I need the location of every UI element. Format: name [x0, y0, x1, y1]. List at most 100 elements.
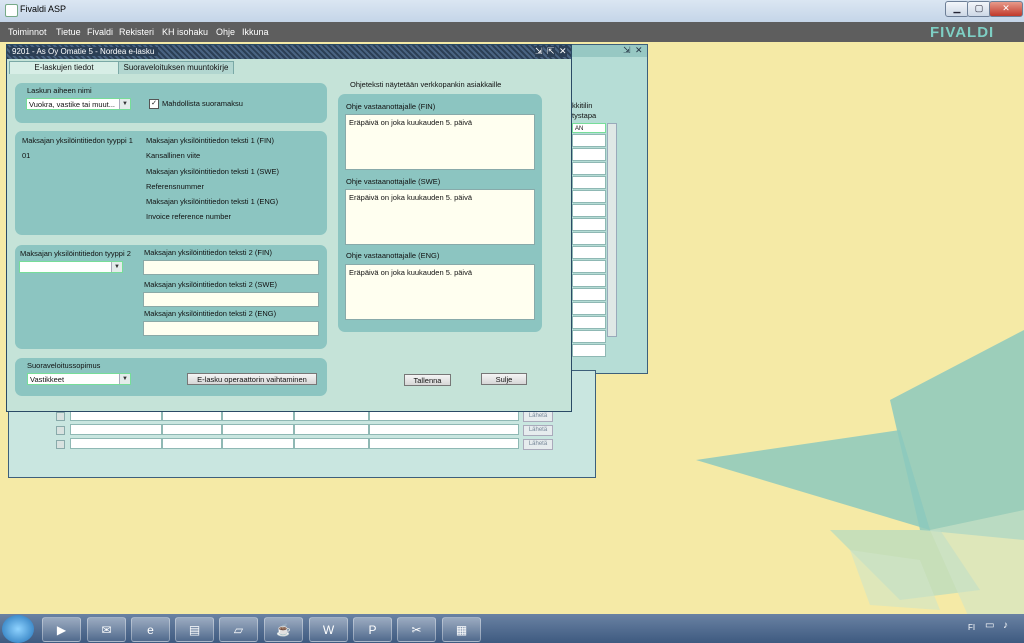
chevron-down-icon[interactable]: ▼ — [119, 374, 130, 384]
menu-fivaldi[interactable]: Fivaldi — [87, 27, 113, 37]
send-row-button[interactable]: Lähetä — [523, 439, 553, 450]
grid-cell[interactable] — [294, 424, 369, 435]
instruction-swe-textarea[interactable]: Eräpäivä on joka kuukauden 5. päivä — [345, 189, 535, 245]
grid-cell[interactable] — [572, 218, 606, 231]
network-icon[interactable]: ▦ — [442, 617, 481, 642]
minimize-button[interactable]: ▁ — [945, 1, 969, 17]
grid-cell[interactable] — [572, 302, 606, 315]
payer-id-text-2-swe-input[interactable] — [143, 292, 319, 307]
internet-explorer-icon[interactable]: e — [131, 617, 170, 642]
grid-cell[interactable] — [572, 316, 606, 329]
maximize-button[interactable]: ▢ — [967, 1, 991, 17]
direct-debit-label: Suoraveloitussopimus — [27, 361, 101, 370]
menu-toiminnot[interactable]: Toiminnot — [8, 27, 47, 37]
payment-method-select[interactable]: AN — [572, 123, 606, 133]
tools-icon[interactable]: ✂ — [397, 617, 436, 642]
grid-cell[interactable] — [572, 274, 606, 287]
powerpoint-icon[interactable]: P — [353, 617, 392, 642]
row-checkbox[interactable] — [56, 426, 65, 435]
grid-cell[interactable] — [369, 424, 519, 435]
network-tray-icon[interactable]: ▭ — [985, 620, 994, 631]
send-row-button[interactable]: Lähetä — [523, 411, 553, 422]
payment-method-column: AN — [572, 123, 606, 357]
maximize-icon[interactable]: ⇱ — [547, 46, 555, 57]
send-row-button[interactable]: Lähetä — [523, 425, 553, 436]
volume-tray-icon[interactable]: ♪ — [1003, 620, 1008, 631]
close-icon[interactable]: ✕ — [559, 46, 567, 57]
invoice-subject-value: Vuokra, vastike tai muut... — [29, 100, 116, 109]
minimize-icon[interactable]: ⇲ — [535, 46, 543, 57]
grid-cell[interactable] — [222, 424, 294, 435]
grid-cell[interactable] — [572, 176, 606, 189]
grid-cell[interactable] — [70, 438, 162, 449]
tab-direct-debit-letter[interactable]: Suoraveloituksen muuntokirje — [118, 61, 234, 74]
direct-debit-select[interactable]: Vastikkeet ▼ — [27, 373, 131, 385]
table-row: Lähetä — [52, 424, 592, 436]
close-window-button[interactable]: ✕ — [989, 1, 1023, 17]
fivaldi-logo: FIVALDI — [930, 24, 995, 41]
change-operator-button[interactable]: E-lasku operaattorin vaihtaminen — [187, 373, 317, 385]
tab-bar: E-laskujen tiedot Suoraveloituksen muunt… — [7, 61, 571, 74]
butterfly-decoration — [696, 330, 1024, 620]
grid-cell[interactable] — [572, 260, 606, 273]
file-explorer-icon[interactable]: ▤ — [175, 617, 214, 642]
invoice-subject-select[interactable]: Vuokra, vastike tai muut... ▼ — [26, 98, 131, 110]
tab-e-invoice-details[interactable]: E-laskujen tiedot — [9, 61, 119, 74]
outlook-icon[interactable]: ✉ — [87, 617, 126, 642]
row-checkbox[interactable] — [56, 440, 65, 449]
payer-id-text-2-eng-input[interactable] — [143, 321, 319, 336]
dialog-title: 9201 - As Oy Omatie 5 - Nordea e-lasku — [10, 47, 159, 56]
grid-cell[interactable] — [572, 190, 606, 203]
grid-cell[interactable] — [572, 134, 606, 147]
restore-icon[interactable]: ⇲ — [623, 45, 631, 56]
payer-id-text-2-fin-input[interactable] — [143, 260, 319, 275]
folder-icon[interactable]: ▱ — [219, 617, 258, 642]
menu-kh-isohaku[interactable]: KH isohaku — [162, 27, 208, 37]
instructions-heading: Ohjeteksti näytetään verkkopankin asiakk… — [350, 80, 502, 89]
grid-cell[interactable] — [572, 232, 606, 245]
menu-ikkuna[interactable]: Ikkuna — [242, 27, 269, 37]
java-icon[interactable]: ☕ — [264, 617, 303, 642]
grid-cell[interactable] — [369, 438, 519, 449]
payer-id-text-1-fin-value: Kansallinen viite — [146, 151, 201, 160]
grid-cell[interactable] — [162, 424, 222, 435]
chevron-down-icon[interactable]: ▼ — [111, 262, 122, 272]
scrollbar[interactable] — [607, 123, 617, 337]
window-titlebar: Fivaldi ASP ▁ ▢ ✕ — [0, 0, 1024, 23]
grid-rows: Lähetä Lähetä Lähetä — [52, 410, 592, 456]
language-indicator[interactable]: FI — [968, 623, 975, 632]
grid-cell[interactable] — [572, 288, 606, 301]
grid-cell[interactable] — [572, 344, 606, 357]
direct-debit-panel: Suoraveloitussopimus Vastikkeet ▼ E-lask… — [15, 358, 327, 396]
payer-id-type-2-select[interactable]: ▼ — [19, 261, 123, 273]
word-icon[interactable]: W — [309, 617, 348, 642]
payer-id-text-2-fin-label: Maksajan yksilöintitiedon teksti 2 (FIN) — [144, 248, 272, 257]
close-icon[interactable]: ✕ — [635, 45, 643, 56]
window-title: Fivaldi ASP — [20, 4, 67, 14]
menu-rekisteri[interactable]: Rekisteri — [119, 27, 154, 37]
grid-cell[interactable] — [572, 162, 606, 175]
grid-cell[interactable] — [572, 148, 606, 161]
close-button[interactable]: Sulje — [481, 373, 527, 385]
menu-ohje[interactable]: Ohje — [216, 27, 235, 37]
grid-cell[interactable] — [572, 246, 606, 259]
instruction-fin-textarea[interactable]: Eräpäivä on joka kuukauden 5. päivä — [345, 114, 535, 170]
start-button[interactable] — [2, 615, 34, 643]
direct-payment-checkbox[interactable]: ✓ — [149, 99, 159, 109]
payer-id-type-1-value: 01 — [22, 151, 31, 160]
row-checkbox[interactable] — [56, 412, 65, 421]
grid-cell[interactable] — [572, 204, 606, 217]
chevron-down-icon[interactable]: ▼ — [119, 99, 130, 109]
save-button[interactable]: Tallenna — [404, 374, 451, 386]
menu-tietue[interactable]: Tietue — [56, 27, 81, 37]
media-player-icon[interactable]: ▶ — [42, 617, 81, 642]
grid-cell[interactable] — [572, 330, 606, 343]
grid-cell[interactable] — [162, 438, 222, 449]
instructions-panel: Ohje vastaanottajalle (FIN) Eräpäivä on … — [338, 94, 542, 332]
grid-cell[interactable] — [70, 424, 162, 435]
menu-bar: Toiminnot Tietue Fivaldi Rekisteri KH is… — [0, 22, 1024, 42]
grid-cell[interactable] — [294, 438, 369, 449]
invoice-subject-panel: Laskun aiheen nimi Vuokra, vastike tai m… — [15, 83, 327, 123]
instruction-eng-textarea[interactable]: Eräpäivä on joka kuukauden 5. päivä — [345, 264, 535, 320]
grid-cell[interactable] — [222, 438, 294, 449]
